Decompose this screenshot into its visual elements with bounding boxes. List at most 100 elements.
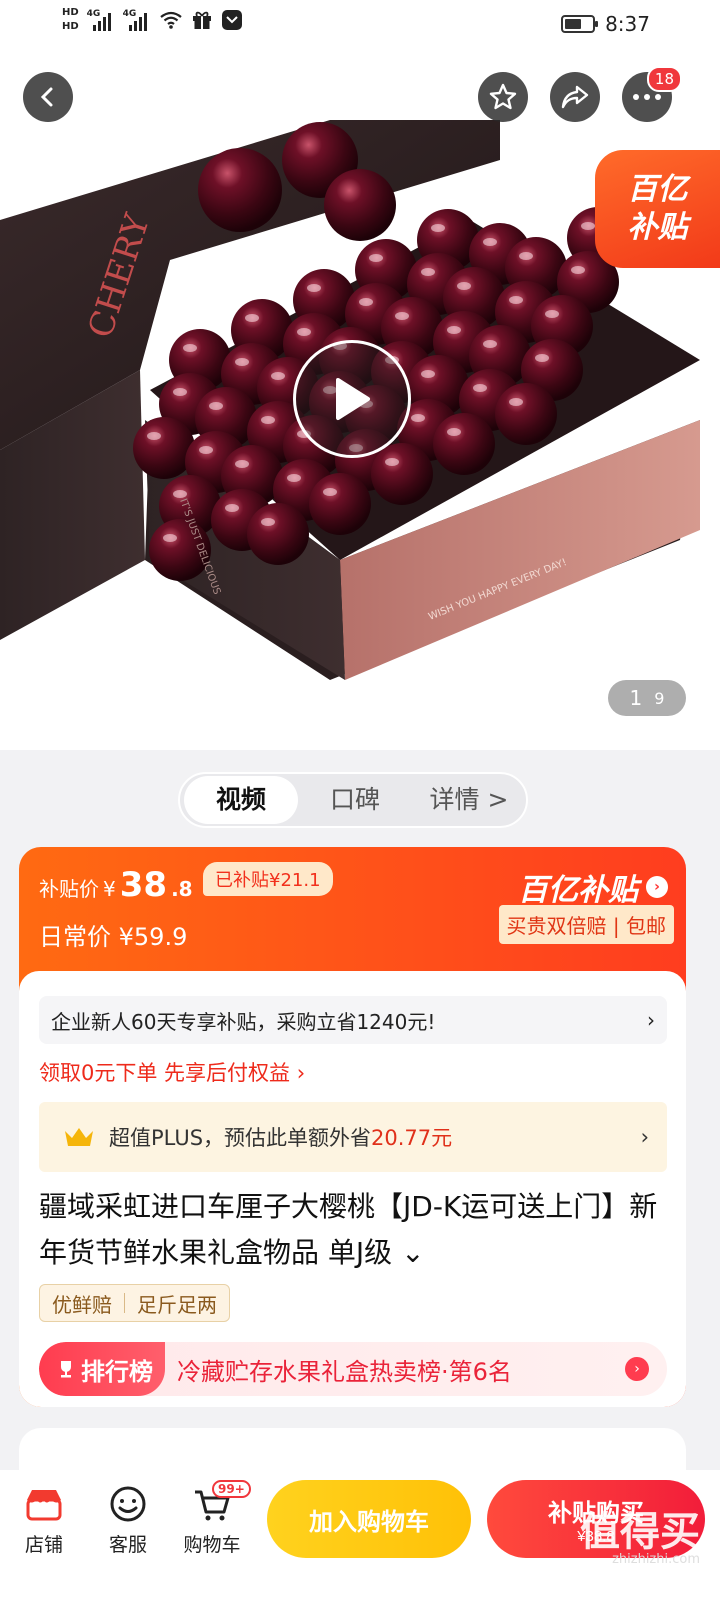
cherry <box>247 503 309 565</box>
hd-label-2: HD <box>62 21 79 32</box>
regular-price-row: 日常价 ¥59.9 <box>39 917 187 952</box>
ranking-label: 排行榜 <box>81 1357 153 1386</box>
cherry-highlight <box>359 298 373 306</box>
play-icon <box>336 378 370 420</box>
product-info: 企业新人60天专享补贴，采购立省1240元! › 领取0元下单 先享后付权益 ›… <box>19 971 686 1407</box>
cherry-highlight <box>509 398 523 406</box>
cherry-highlight <box>261 518 275 526</box>
notification-badge: 18 <box>646 66 682 92</box>
back-arrow-icon <box>40 87 53 107</box>
crown-icon <box>65 1128 93 1146</box>
product-gallery[interactable]: CHERY WISH YOU HAPPY EVERY DAY! IT'S JUS… <box>0 50 720 750</box>
share-button[interactable] <box>550 72 600 122</box>
cherry-highlight <box>571 266 585 274</box>
customer-service-icon <box>110 1486 146 1522</box>
cherry-highlight <box>245 314 259 322</box>
cherry-highlight <box>287 474 301 482</box>
chevron-right-icon: › <box>625 1357 649 1381</box>
ranking-row[interactable]: 排行榜 冷藏贮存水果礼盒热卖榜·第6名 › <box>39 1342 667 1396</box>
enterprise-promo-text: 企业新人60天专享补贴，采购立省1240元! <box>51 1009 436 1034</box>
ranking-pill: 排行榜 <box>39 1342 165 1396</box>
cherry-highlight <box>581 222 595 230</box>
subsidy-price-decimal: .8 <box>171 877 193 901</box>
store-label: 店铺 <box>24 1534 63 1556</box>
cherry-highlight <box>261 416 275 424</box>
status-bar: HD HD 4G 4G 8:37 <box>0 0 720 50</box>
wifi-icon <box>159 11 182 29</box>
service-tags: 优鲜赔 足斤足两 <box>39 1284 230 1322</box>
cart-label: 购物车 <box>183 1534 241 1556</box>
subsidy-brand-text: 百亿补贴 <box>518 873 638 908</box>
currency-symbol: ¥ <box>103 877 116 901</box>
subsidy-corner-line1: 百亿 <box>627 172 688 207</box>
regular-price-value: ¥59.9 <box>118 923 188 951</box>
enterprise-promo[interactable]: 企业新人60天专享补贴，采购立省1240元! › <box>39 996 667 1044</box>
star-icon <box>489 83 517 110</box>
cherry-highlight <box>271 372 285 380</box>
pay-later-link[interactable]: 领取0元下单 先享后付权益 › <box>39 1057 305 1087</box>
clock: 8:37 <box>605 12 650 36</box>
tag-fresh-compensation: 优鲜赔 <box>52 1292 112 1317</box>
customer-service-label: 客服 <box>108 1534 147 1556</box>
signal-icon-2: 4G <box>123 9 151 31</box>
regular-price-label: 日常价 <box>39 923 111 951</box>
cherry-highlight <box>447 326 461 334</box>
add-to-cart-button[interactable]: 加入购物车 <box>267 1480 471 1558</box>
cherry-highlight <box>235 460 249 468</box>
store-icon <box>26 1490 62 1521</box>
cherry-highlight <box>225 504 239 512</box>
more-dots-icon <box>633 94 661 100</box>
favorite-button[interactable] <box>478 72 528 122</box>
already-subsidized-badge: 已补贴¥21.1 <box>203 862 333 896</box>
cherry-highlight <box>421 370 435 378</box>
hd-indicator: HD HD <box>62 6 79 34</box>
tab-reviews[interactable]: 口碑 <box>298 776 412 824</box>
plus-savings-row[interactable]: 超值PLUS，预估此单额外省20.77元 › <box>39 1102 667 1172</box>
subsidy-price-integer: 38 <box>119 865 168 905</box>
cherry-highlight <box>163 534 177 542</box>
signal-icon-1: 4G <box>87 9 115 31</box>
tab-video[interactable]: 视频 <box>184 776 298 824</box>
store-button[interactable]: 店铺 <box>2 1482 86 1557</box>
chevron-down-icon: ⌄ <box>401 1236 425 1269</box>
tag-full-weight: 足斤足两 <box>137 1292 217 1317</box>
subsidy-brand-link[interactable]: 百亿补贴 › <box>518 865 668 909</box>
cherry-highlight <box>323 488 337 496</box>
message-icon <box>221 10 242 30</box>
price-card: 补贴价 ¥ 38 .8 已补贴¥21.1 日常价 ¥59.9 百亿补贴 › 买贵… <box>19 847 686 1407</box>
cherry-highlight <box>147 432 161 440</box>
image-counter: 1 9 <box>608 680 686 716</box>
subsidy-price-label: 补贴价 <box>39 877 99 901</box>
cherry-highlight <box>483 340 497 348</box>
battery-level <box>565 19 581 29</box>
subsidy-price-row: 补贴价 ¥ 38 .8 <box>39 865 193 905</box>
tab-details[interactable]: 详情 > <box>412 776 526 824</box>
cherry-highlight <box>173 388 187 396</box>
cherry <box>309 473 371 535</box>
price-header: 补贴价 ¥ 38 .8 已补贴¥21.1 日常价 ¥59.9 百亿补贴 › 买贵… <box>19 847 686 973</box>
cherry <box>133 417 195 479</box>
image-index: 1 <box>629 686 643 710</box>
cherry-highlight <box>385 458 399 466</box>
cherry-highlight <box>431 224 445 232</box>
cherry-highlight <box>509 296 523 304</box>
ranking-text: 冷藏贮存水果礼盒热卖榜·第6名 <box>177 1357 512 1386</box>
subsidy-corner-badge: 百亿 补贴 <box>595 150 720 268</box>
play-video-button[interactable] <box>293 340 411 458</box>
network-label-1: 4G <box>86 9 101 19</box>
guarantee-badge[interactable]: 买贵双倍赔 | 包邮 <box>498 905 674 944</box>
customer-service-button[interactable]: 客服 <box>86 1482 170 1557</box>
product-title-text: 疆域采虹进口车厘子大樱桃【JD-K运可送上门】新年货节鲜水果礼盒物品 单J级 <box>39 1190 658 1269</box>
back-button[interactable] <box>23 72 73 122</box>
cherry-highlight <box>411 414 425 422</box>
cherry-highlight <box>421 268 435 276</box>
cherry-highlight <box>395 312 409 320</box>
more-button[interactable]: 18 <box>622 66 682 122</box>
cherry-highlight <box>535 354 549 362</box>
cart-button[interactable]: 99+ 购物车 <box>170 1480 254 1557</box>
product-title[interactable]: 疆域采虹进口车厘子大樱桃【JD-K运可送上门】新年货节鲜水果礼盒物品 单J级 ⌄ <box>39 1184 667 1276</box>
subsidy-corner-line2: 补贴 <box>627 210 688 245</box>
cherry-highlight <box>235 358 249 366</box>
trophy-icon <box>61 1361 71 1378</box>
cherry-highlight <box>369 254 383 262</box>
